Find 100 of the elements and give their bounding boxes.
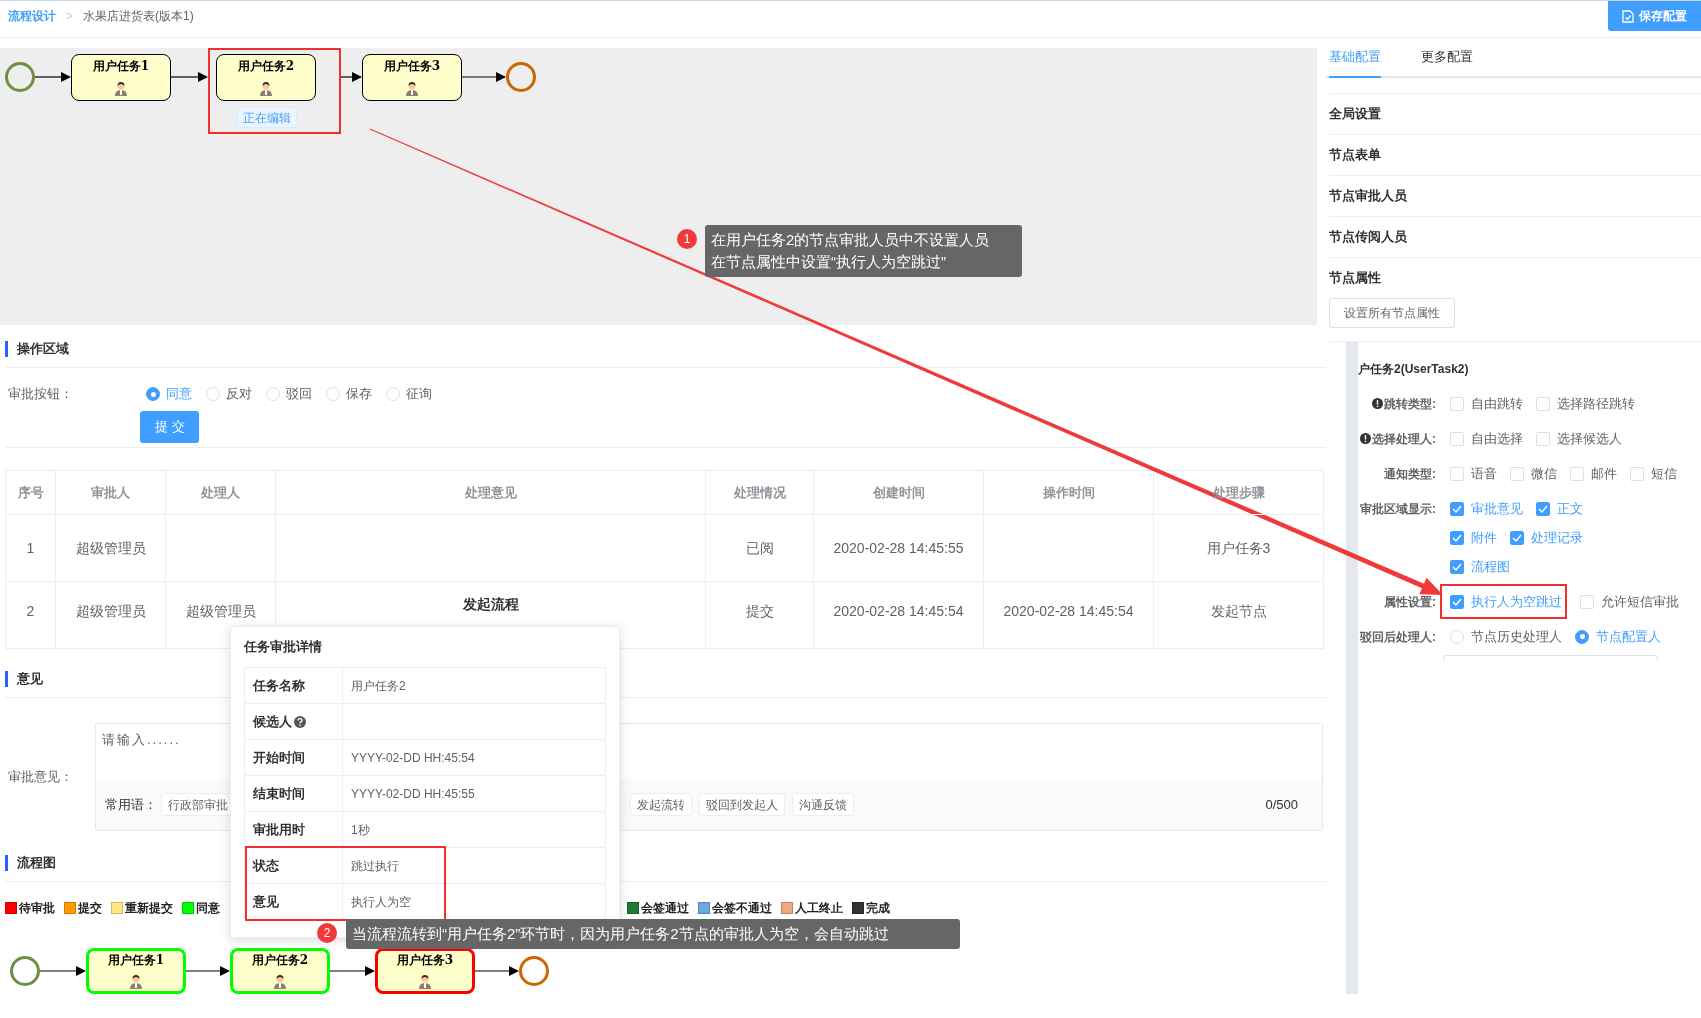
- field-label: 选择处理人:: [1372, 430, 1436, 448]
- check-icon: [1452, 597, 1462, 606]
- option-label[interactable]: 允许短信审批: [1580, 591, 1679, 612]
- task-node[interactable]: 用户任务3: [362, 54, 462, 101]
- check-icon: [1452, 533, 1462, 542]
- detail-value: YYYY-02-DD HH:45:55: [343, 776, 606, 812]
- set-all-button[interactable]: 设置所有节点属性: [1329, 298, 1455, 328]
- legend-label: 完成: [866, 900, 890, 917]
- detail-value: 1秒: [343, 812, 606, 848]
- legend-label: 提交: [78, 900, 102, 917]
- table-cell: 发起节点: [1154, 582, 1324, 649]
- accordion-header[interactable]: 节点传阅人员: [1329, 216, 1701, 257]
- table-cell: 2020-02-28 14:45:54: [984, 582, 1154, 649]
- field-label: 驳回后处理人:: [1360, 628, 1436, 646]
- checkbox[interactable]: [1536, 501, 1550, 516]
- check-icon: [1538, 504, 1548, 513]
- flow-arrow: [40, 966, 86, 976]
- table-cell: 2020-02-28 14:45:55: [814, 515, 984, 582]
- detail-value: 用户任务2: [343, 668, 606, 704]
- character-counter: 0/500: [1265, 795, 1299, 814]
- table-cell: 超级管理员: [56, 582, 166, 649]
- detail-label: 状态: [253, 856, 279, 875]
- column-header: 处理情况: [706, 471, 814, 515]
- phrase-chip[interactable]: 发起流转: [630, 793, 692, 816]
- person-icon: [273, 974, 287, 989]
- accordion-header[interactable]: 节点审批人员: [1329, 175, 1701, 216]
- checkbox[interactable]: [1450, 530, 1464, 545]
- breadcrumb-separator: >: [66, 8, 73, 25]
- node-label: 用户任务3: [396, 953, 454, 967]
- node-label: 用户任务2: [237, 59, 295, 73]
- checkbox[interactable]: [1450, 501, 1464, 516]
- checkbox[interactable]: [1450, 594, 1464, 609]
- radio-option[interactable]: 保存: [326, 384, 372, 404]
- column-header: 操作时间: [984, 471, 1154, 515]
- option-label[interactable]: 微信: [1510, 463, 1557, 484]
- option-label[interactable]: 自由跳转: [1450, 393, 1523, 414]
- option-label[interactable]: 选择候选人: [1536, 428, 1622, 449]
- check-icon: [1452, 504, 1462, 513]
- flow-arrow: [186, 966, 230, 976]
- select-field[interactable]: [1443, 655, 1658, 661]
- node-label: 用户任务1: [92, 59, 150, 73]
- document-icon: [1622, 9, 1634, 23]
- option-label[interactable]: 自由选择: [1450, 428, 1523, 449]
- step-number: 2: [317, 923, 337, 943]
- detail-value: YYYY-02-DD HH:45:54: [343, 740, 606, 776]
- option-label[interactable]: 短信: [1630, 463, 1677, 484]
- column-header: 审批人: [56, 471, 166, 515]
- radio-button[interactable]: [1575, 629, 1589, 644]
- radio-option[interactable]: 征询: [386, 384, 432, 404]
- task-node[interactable]: 用户任务1: [71, 54, 171, 101]
- radio-option[interactable]: 驳回: [266, 384, 312, 404]
- status-badge: 正在编辑: [237, 107, 297, 128]
- detail-value: 跳过执行: [343, 848, 606, 884]
- person-icon: [418, 974, 432, 989]
- config-tab[interactable]: 更多配置: [1421, 38, 1473, 78]
- end-event: [506, 62, 536, 92]
- option-label[interactable]: 邮件: [1570, 463, 1617, 484]
- task-node[interactable]: 用户任务2: [230, 948, 330, 994]
- end-event: [519, 956, 549, 986]
- option-label[interactable]: 语音: [1450, 463, 1497, 484]
- task-node[interactable]: 用户任务3: [375, 948, 475, 994]
- table-cell: 已阅: [706, 515, 814, 582]
- accordion-header[interactable]: 节点表单: [1329, 134, 1701, 175]
- annotation-text: 在用户任务2的节点审批人员中不设置人员: [711, 230, 991, 250]
- section-marker: [5, 854, 8, 871]
- phrase-chip[interactable]: 沟通反馈: [792, 793, 854, 816]
- task-node[interactable]: 用户任务2: [216, 54, 316, 101]
- field-label: 审批按钮：: [7, 385, 74, 404]
- person-icon: [129, 974, 143, 989]
- flow-arrow: [171, 72, 208, 82]
- option-label[interactable]: 选择路径跳转: [1536, 393, 1635, 414]
- option-label[interactable]: 节点历史处理人: [1450, 626, 1562, 647]
- radio-button[interactable]: [146, 387, 160, 401]
- person-icon: [405, 81, 419, 96]
- task-node[interactable]: 用户任务1: [86, 948, 186, 994]
- detail-label: 结束时间: [253, 784, 305, 803]
- check-icon: [1452, 562, 1462, 571]
- radio-option[interactable]: 反对: [206, 384, 252, 404]
- node-title: 户任务2(UserTask2): [1358, 361, 1470, 378]
- legend-label: 会签不通过: [712, 900, 772, 917]
- detail-label: 意见: [253, 892, 279, 911]
- phrase-chip[interactable]: 驳回到发起人: [699, 793, 785, 816]
- legend-label: 待审批: [19, 900, 55, 917]
- legend-label: 人工终止: [795, 900, 843, 917]
- splitter-bar[interactable]: [1346, 342, 1358, 994]
- checkbox[interactable]: [1510, 530, 1524, 545]
- flow-arrow: [462, 72, 506, 82]
- field-label: 通知类型:: [1384, 465, 1436, 483]
- table-cell: 超级管理员: [56, 515, 166, 582]
- start-event: [10, 956, 40, 986]
- accordion-header[interactable]: 全局设置: [1329, 93, 1701, 134]
- table-cell: 提交: [706, 582, 814, 649]
- checkbox[interactable]: [1450, 559, 1464, 574]
- section-title: 意见: [17, 669, 43, 688]
- column-header: 处理意见: [276, 471, 706, 515]
- person-icon: [259, 81, 273, 96]
- check-icon: [1512, 533, 1522, 542]
- column-header: 序号: [6, 471, 56, 515]
- node-label: 用户任务3: [383, 59, 441, 73]
- start-event: [5, 62, 35, 92]
